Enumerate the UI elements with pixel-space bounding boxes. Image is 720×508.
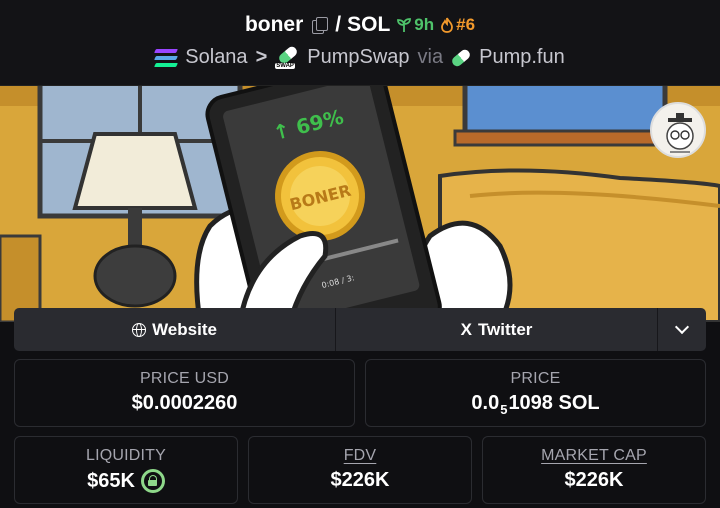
breadcrumb: Solana > SWAP PumpSwap via Pump.fun bbox=[0, 44, 720, 69]
website-button[interactable]: Website bbox=[14, 308, 336, 351]
via-text: via bbox=[417, 46, 444, 68]
breadcrumb-separator: > bbox=[255, 46, 268, 68]
globe-icon bbox=[132, 322, 147, 337]
price-usd-value: $0.0002260 bbox=[131, 392, 238, 414]
liquidity-card: LIQUIDITY $65K bbox=[14, 436, 238, 504]
trending-rank: #6 bbox=[440, 15, 475, 35]
flame-icon bbox=[441, 17, 454, 33]
liquidity-value-row: $65K bbox=[15, 469, 237, 493]
more-links-button[interactable] bbox=[658, 308, 706, 351]
pumpswap-icon: SWAP bbox=[275, 44, 300, 69]
price-prefix: 0.0 bbox=[471, 392, 500, 414]
social-links-bar: Website X Twitter bbox=[14, 308, 706, 351]
twitter-label: Twitter bbox=[477, 319, 533, 339]
lock-icon[interactable] bbox=[140, 469, 165, 493]
price-label: PRICE bbox=[510, 370, 561, 387]
market-cap-label[interactable]: MARKET CAP bbox=[483, 447, 705, 465]
price-usd-label: PRICE USD bbox=[140, 370, 229, 387]
token-avatar bbox=[650, 102, 706, 158]
pair-separator: / bbox=[335, 13, 342, 36]
chain-link[interactable]: Solana bbox=[185, 46, 247, 69]
price-native-card: PRICE 0.0 5 1098 SOL bbox=[365, 359, 706, 427]
launchpad-link[interactable]: Pump.fun bbox=[479, 46, 565, 69]
rank-text: #6 bbox=[456, 15, 476, 34]
dex-link[interactable]: PumpSwap bbox=[307, 46, 409, 69]
twitter-button[interactable]: X Twitter bbox=[336, 308, 658, 351]
quote-symbol: SOL bbox=[347, 13, 391, 36]
price-suffix: 1098 SOL bbox=[508, 392, 600, 414]
price-usd-card: PRICE USD $0.0002260 bbox=[14, 359, 355, 427]
pair-age: 9h bbox=[396, 15, 434, 35]
price-native-value: 0.0 5 1098 SOL bbox=[366, 392, 705, 417]
fdv-value: $226K bbox=[330, 469, 390, 491]
x-icon: X bbox=[460, 319, 472, 339]
liquidity-label: LIQUIDITY bbox=[85, 447, 167, 464]
fdv-card: FDV $226K bbox=[248, 436, 472, 504]
age-text: 9h bbox=[414, 15, 435, 34]
website-label: Website bbox=[152, 319, 217, 339]
token-symbol: boner bbox=[244, 13, 304, 36]
swap-badge: SWAP bbox=[275, 62, 295, 69]
price-zero-count: 5 bbox=[500, 402, 508, 417]
copy-icon[interactable] bbox=[311, 17, 329, 34]
market-cap-value: $226K bbox=[564, 469, 624, 491]
market-cap-card: MARKET CAP $226K bbox=[482, 436, 706, 504]
liquidity-value: $65K bbox=[87, 469, 135, 492]
token-banner: ↑ 69% BONER 0:08 / 3: bbox=[0, 86, 720, 322]
seedling-icon bbox=[397, 18, 412, 32]
pair-header: boner / SOL 9h #6 Solana > SWAP PumpSwap… bbox=[0, 0, 720, 86]
solana-icon bbox=[154, 48, 179, 67]
pair-title: boner / SOL 9h #6 bbox=[0, 13, 720, 37]
fdv-label[interactable]: FDV bbox=[249, 447, 471, 465]
chevron-down-icon bbox=[674, 319, 690, 335]
pill-icon bbox=[450, 47, 472, 68]
